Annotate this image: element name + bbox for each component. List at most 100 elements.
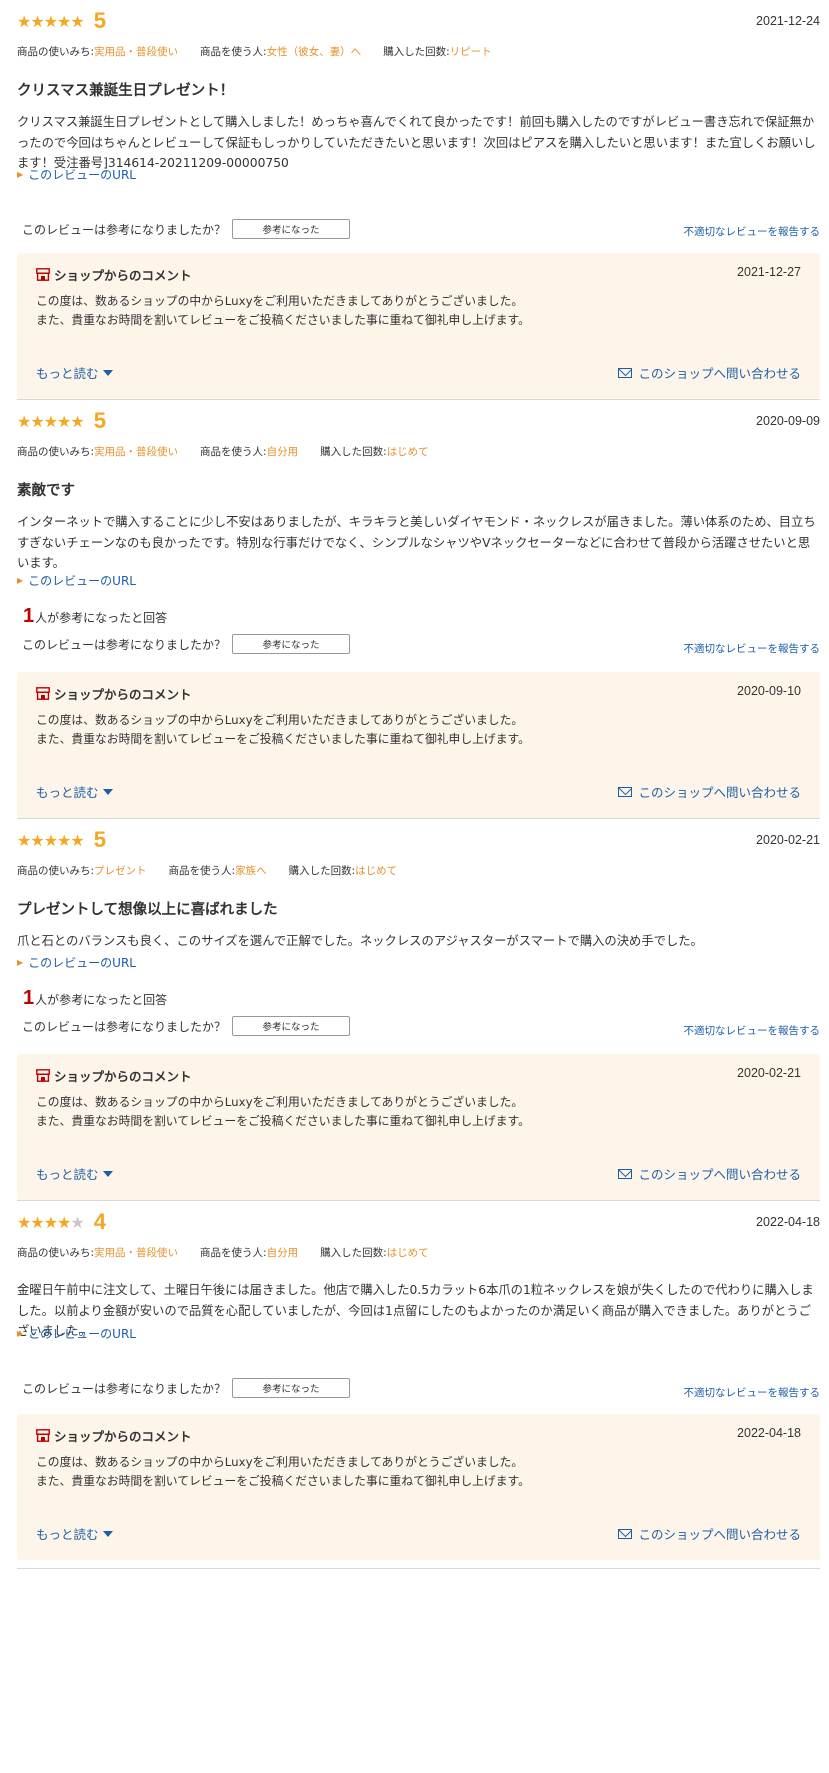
star-filled-icon: ★ <box>43 411 58 431</box>
report-link[interactable]: 不適切なレビューを報告する <box>684 224 821 239</box>
count-label: 購入した回数: <box>320 446 387 458</box>
shop-comment-date: 2020-09-10 <box>737 684 801 698</box>
report-link[interactable]: 不適切なレビューを報告する <box>684 1385 821 1400</box>
star-filled-icon: ★ <box>30 11 44 31</box>
review-url-link[interactable]: ▶ このレビューのURL <box>17 572 136 589</box>
review-date: 2020-09-09 <box>756 414 820 428</box>
count-label: 購入した回数: <box>320 1247 387 1259</box>
star-filled-icon: ★ <box>57 1212 71 1232</box>
star-filled-icon: ★ <box>70 830 84 850</box>
helpful-question-text: このレビューは参考になりましたか？ <box>22 1019 227 1034</box>
triangle-right-icon: ▶ <box>17 1329 24 1338</box>
helpful-button[interactable]: 参考になった <box>232 634 351 654</box>
shop-comment-header: ショップからのコメント <box>36 684 192 703</box>
usage-value: 実用品・普段使い <box>94 46 179 58</box>
shop-comment-label: ショップからのコメント <box>54 1429 192 1444</box>
helped-suffix: 人が参考になったと回答 <box>35 611 168 625</box>
shop-comment-date: 2021-12-27 <box>737 265 801 279</box>
read-more-button[interactable]: もっと読む <box>36 1164 113 1183</box>
report-link[interactable]: 不適切なレビューを報告する <box>684 1023 821 1038</box>
user-label: 商品を使う人: <box>168 865 236 877</box>
read-more-button[interactable]: もっと読む <box>36 363 113 382</box>
shop-icon <box>36 1069 50 1082</box>
shop-comment-label: ショップからのコメント <box>54 1069 192 1084</box>
user-label: 商品を使う人: <box>200 446 267 458</box>
review-body: 金曜日午前中に注文して、土曜日午後には届きました。他店で購入した0.5カラット6… <box>17 1283 814 1338</box>
star-filled-icon: ★ <box>43 1212 58 1232</box>
read-more-button[interactable]: もっと読む <box>36 1524 113 1543</box>
shop-icon <box>36 687 50 700</box>
mail-icon <box>618 786 633 797</box>
count-value: リピート <box>449 46 492 58</box>
shop-comment-line: この度は、数あるショップの中からLuxyをご利用いただきましてありがとうございま… <box>36 294 524 308</box>
user-value: 家族へ <box>235 865 267 877</box>
shop-comment-line: この度は、数あるショップの中からLuxyをご利用いただきましてありがとうございま… <box>36 1095 524 1109</box>
star-filled-icon: ★ <box>57 411 71 431</box>
star-filled-icon: ★ <box>70 411 84 431</box>
shop-comment-text: この度は、数あるショップの中からLuxyをご利用いただきましてありがとうございま… <box>36 292 530 330</box>
review-url-link[interactable]: ▶ このレビューのURL <box>17 166 136 183</box>
review-date: 2021-12-24 <box>756 14 820 28</box>
shop-comment-header: ショップからのコメント <box>36 1066 192 1085</box>
review-date: 2020-02-21 <box>756 833 820 847</box>
star-filled-icon: ★ <box>17 11 31 31</box>
rating-score: 5 <box>93 827 106 852</box>
contact-shop-link[interactable]: このショップへ問い合わせる <box>618 363 801 382</box>
contact-shop-link[interactable]: このショップへ問い合わせる <box>618 782 801 801</box>
review-item: ★ ★ ★ ★ ★ 4 2022-04-18 商品の使いみち:実用品・普段使い 商品を使… <box>0 1201 829 1569</box>
star-filled-icon: ★ <box>17 1212 31 1232</box>
review-body: クリスマス兼誕生日プレゼントとして購入しました！めっちゃ喜んでくれて良かったです… <box>17 115 816 170</box>
mail-icon <box>618 1168 633 1179</box>
rating-score: 5 <box>93 408 106 433</box>
review-meta: 商品の使いみち:プレゼント 商品を使う人:家族へ 購入した回数:はじめて <box>17 863 397 878</box>
star-filled-icon: ★ <box>70 11 84 31</box>
review-url-link[interactable]: ▶ このレビューのURL <box>17 954 136 971</box>
review-date: 2022-04-18 <box>756 1215 820 1229</box>
triangle-right-icon: ▶ <box>17 576 24 585</box>
helpful-button[interactable]: 参考になった <box>232 219 351 239</box>
usage-label: 商品の使いみち: <box>17 1247 95 1259</box>
count-label: 購入した回数: <box>288 865 356 877</box>
helpful-question-text: このレビューは参考になりましたか？ <box>22 222 227 237</box>
contact-shop-link[interactable]: このショップへ問い合わせる <box>618 1164 801 1183</box>
count-label: 購入した回数: <box>383 46 450 58</box>
shop-comment-text: この度は、数あるショップの中からLuxyをご利用いただきましてありがとうございま… <box>36 1453 530 1491</box>
count-value: はじめて <box>355 865 398 877</box>
star-empty-icon: ★ <box>70 1212 84 1232</box>
helped-number: 1 <box>23 987 35 1009</box>
review-url-link[interactable]: ▶ このレビューのURL <box>17 1325 136 1342</box>
star-rating-icon: ★ ★ ★ ★ ★ <box>17 11 85 31</box>
rating-score: 5 <box>93 8 106 33</box>
helped-count: 1 人が参考になったと回答 <box>23 605 167 628</box>
star-filled-icon: ★ <box>17 830 31 850</box>
star-filled-icon: ★ <box>30 1212 44 1232</box>
review-item: ★ ★ ★ ★ ★ 5 2020-09-09 商品の使いみち:実用品・普段使い 商品を使… <box>0 400 829 819</box>
shop-comment-text: この度は、数あるショップの中からLuxyをご利用いただきましてありがとうございま… <box>36 711 530 749</box>
read-more-button[interactable]: もっと読む <box>36 782 113 801</box>
user-label: 商品を使う人: <box>200 1247 267 1259</box>
caret-down-icon <box>102 1170 113 1177</box>
usage-label: 商品の使いみち: <box>17 865 95 877</box>
report-link[interactable]: 不適切なレビューを報告する <box>684 641 821 656</box>
shop-comment-line: この度は、数あるショップの中からLuxyをご利用いただきましてありがとうございま… <box>36 713 524 727</box>
shop-comment-line: また、貴重なお時間を割いてレビューをご投稿くださいました事に重ねて御礼申し上げま… <box>36 1474 530 1488</box>
shop-comment-box: ショップからのコメント 2022-04-18 この度は、数あるショップの中からL… <box>17 1414 820 1560</box>
usage-label: 商品の使いみち: <box>17 446 95 458</box>
shop-comment-box: ショップからのコメント 2021-12-27 この度は、数あるショップの中からL… <box>17 253 820 399</box>
rating: ★ ★ ★ ★ ★ 5 <box>17 6 106 36</box>
star-filled-icon: ★ <box>57 830 71 850</box>
helpful-question: このレビューは参考になりましたか？ 参考になった <box>22 219 351 239</box>
star-rating-icon: ★ ★ ★ ★ ★ <box>17 1212 85 1232</box>
mail-icon <box>618 1528 633 1539</box>
star-rating-icon: ★ ★ ★ ★ ★ <box>17 830 85 850</box>
helped-count: 1 人が参考になったと回答 <box>23 987 167 1010</box>
star-filled-icon: ★ <box>43 11 58 31</box>
shop-comment-line: また、貴重なお時間を割いてレビューをご投稿くださいました事に重ねて御礼申し上げま… <box>36 1114 530 1128</box>
helpful-button[interactable]: 参考になった <box>232 1378 351 1398</box>
star-filled-icon: ★ <box>30 411 44 431</box>
contact-shop-link[interactable]: このショップへ問い合わせる <box>618 1524 801 1543</box>
helpful-button[interactable]: 参考になった <box>232 1016 351 1036</box>
review-divider <box>17 1568 820 1569</box>
shop-comment-header: ショップからのコメント <box>36 265 192 284</box>
shop-comment-date: 2020-02-21 <box>737 1066 801 1080</box>
